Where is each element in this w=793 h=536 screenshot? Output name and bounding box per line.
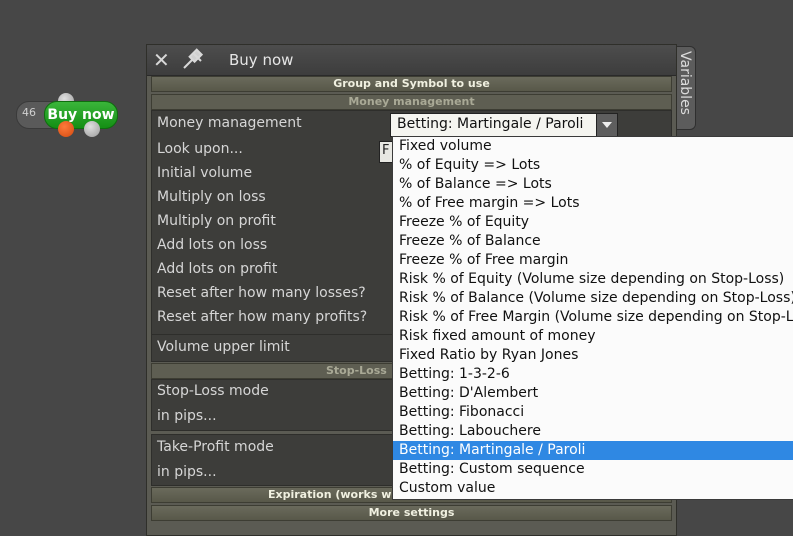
row-look-upon: Look upon...	[157, 141, 243, 157]
expiration-label: Expiration (works w	[268, 488, 392, 501]
option-risk-equity[interactable]: Risk % of Equity (Volume size depending …	[393, 270, 793, 289]
pin-icon[interactable]	[181, 47, 207, 71]
row-reset-after-profits: Reset after how many profits?	[157, 309, 368, 325]
buy-now-node[interactable]: 46 Buy now	[16, 93, 120, 137]
section-more-settings[interactable]: More settings	[151, 505, 672, 521]
variables-tab[interactable]: Variables	[675, 46, 696, 130]
row-money-management: Money management	[157, 115, 302, 131]
look-upon-value: F	[382, 143, 390, 158]
title-bar[interactable]: ✕ Buy now	[147, 45, 676, 76]
option-freeze-balance[interactable]: Freeze % of Balance	[393, 232, 793, 251]
row-add-lots-on-profit: Add lots on profit	[157, 261, 278, 277]
option-balance-lots[interactable]: % of Balance => Lots	[393, 175, 793, 194]
row-sl-in-pips: in pips...	[157, 408, 217, 424]
option-betting-martingale-selected[interactable]: Betting: Martingale / Paroli	[393, 441, 793, 460]
stop-loss-label: Stop-Loss	[326, 364, 387, 377]
option-risk-fixed-amount[interactable]: Risk fixed amount of money	[393, 327, 793, 346]
option-betting-dalembert[interactable]: Betting: D'Alembert	[393, 384, 793, 403]
chevron-down-icon[interactable]	[596, 114, 617, 136]
node-output-connector-true[interactable]	[84, 121, 100, 137]
row-multiply-on-loss: Multiply on loss	[157, 189, 266, 205]
money-management-dropdown[interactable]: Fixed volume % of Equity => Lots % of Ba…	[392, 136, 793, 500]
option-equity-lots[interactable]: % of Equity => Lots	[393, 156, 793, 175]
option-custom-value[interactable]: Custom value	[393, 479, 793, 498]
option-fixed-volume[interactable]: Fixed volume	[393, 137, 793, 156]
option-risk-balance[interactable]: Risk % of Balance (Volume size depending…	[393, 289, 793, 308]
section-group-symbol[interactable]: Group and Symbol to use	[151, 76, 672, 92]
row-multiply-on-profit: Multiply on profit	[157, 213, 276, 229]
close-icon[interactable]: ✕	[153, 48, 170, 72]
row-volume-upper-limit: Volume upper limit	[157, 339, 290, 355]
row-reset-after-losses: Reset after how many losses?	[157, 285, 366, 301]
row-tp-in-pips: in pips...	[157, 464, 217, 480]
look-upon-select[interactable]: F	[379, 141, 393, 163]
node-output-connector-false[interactable]	[58, 121, 74, 137]
window-title: Buy now	[229, 51, 294, 69]
option-betting-fibonacci[interactable]: Betting: Fibonacci	[393, 403, 793, 422]
row-add-lots-on-loss: Add lots on loss	[157, 237, 268, 253]
option-risk-free-margin[interactable]: Risk % of Free Margin (Volume size depen…	[393, 308, 793, 327]
row-initial-volume: Initial volume	[157, 165, 253, 181]
node-count: 46	[22, 106, 36, 119]
row-take-profit-mode: Take-Profit mode	[157, 439, 274, 455]
node-label[interactable]: Buy now	[44, 101, 118, 129]
section-money-management[interactable]: Money management	[151, 94, 672, 110]
money-management-select[interactable]: Betting: Martingale / Paroli	[390, 113, 618, 137]
variables-tab-label: Variables	[677, 51, 693, 115]
money-management-value: Betting: Martingale / Paroli	[397, 116, 584, 132]
option-freeze-equity[interactable]: Freeze % of Equity	[393, 213, 793, 232]
option-betting-custom-sequence[interactable]: Betting: Custom sequence	[393, 460, 793, 479]
option-fixed-ratio[interactable]: Fixed Ratio by Ryan Jones	[393, 346, 793, 365]
option-betting-labouchere[interactable]: Betting: Labouchere	[393, 422, 793, 441]
option-free-margin-lots[interactable]: % of Free margin => Lots	[393, 194, 793, 213]
row-stop-loss-mode: Stop-Loss mode	[157, 383, 269, 399]
option-freeze-free-margin[interactable]: Freeze % of Free margin	[393, 251, 793, 270]
option-betting-1326[interactable]: Betting: 1-3-2-6	[393, 365, 793, 384]
